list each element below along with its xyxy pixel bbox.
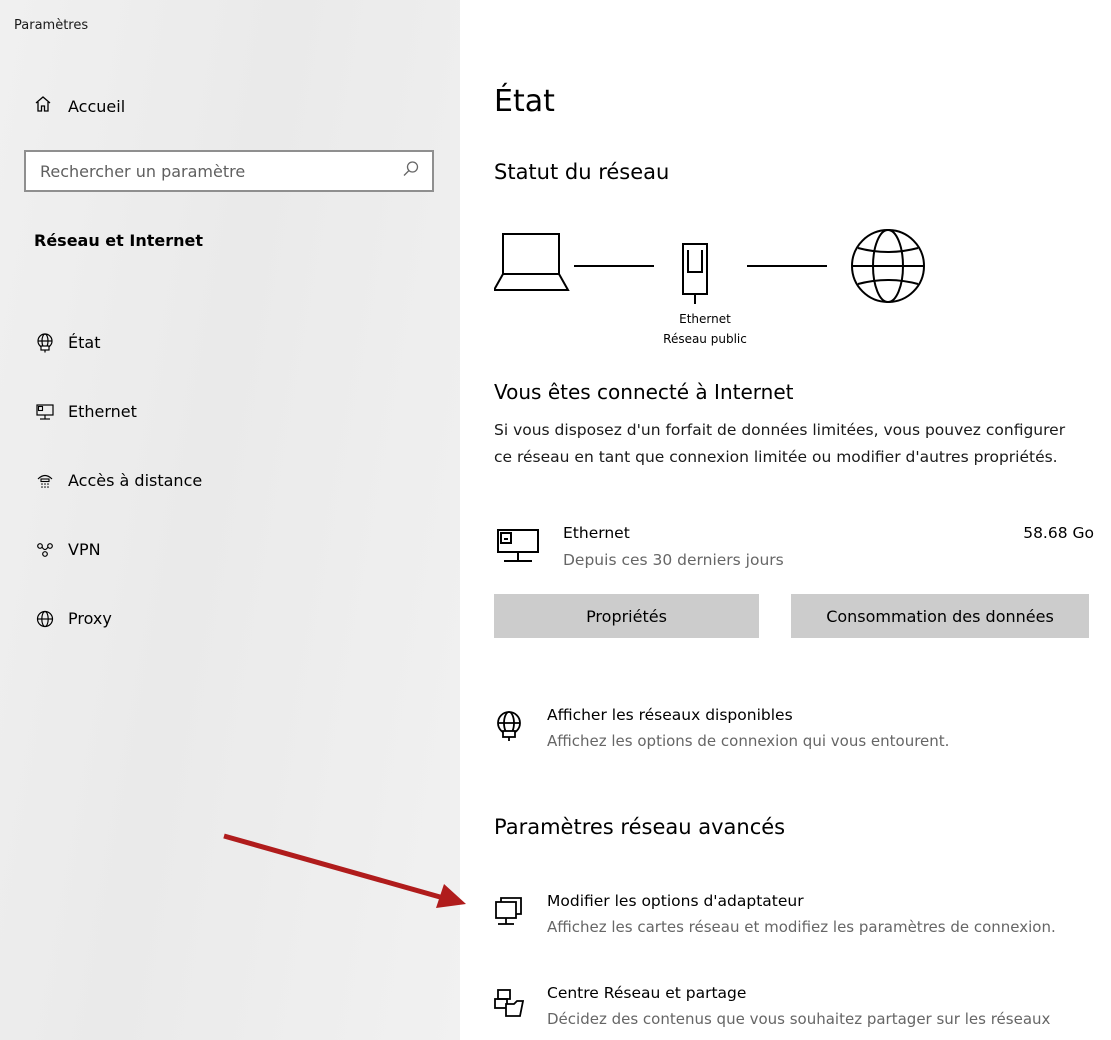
home-icon — [34, 95, 52, 117]
sidebar-item-proxy[interactable]: Proxy — [34, 584, 202, 653]
sidebar-item-etat[interactable]: État — [34, 308, 202, 377]
sidebar-item-label: Ethernet — [68, 402, 137, 421]
network-diagram: Ethernet Réseau public — [494, 228, 934, 358]
adapter-options-link[interactable]: Modifier les options d'adaptateur Affich… — [494, 892, 1104, 948]
section-title: Réseau et Internet — [34, 231, 203, 250]
dialup-icon — [34, 470, 56, 492]
search-box[interactable] — [24, 150, 434, 192]
data-usage-button[interactable]: Consommation des données — [791, 594, 1089, 638]
globe-status-icon — [34, 332, 56, 354]
usage-amount: 58.68 Go — [1023, 524, 1094, 542]
available-networks-title: Afficher les réseaux disponibles — [547, 706, 793, 724]
usage-period: Depuis ces 30 derniers jours — [563, 551, 784, 569]
vpn-icon — [34, 539, 56, 561]
advanced-settings-heading: Paramètres réseau avancés — [494, 815, 786, 839]
connection-status-title: Vous êtes connecté à Internet — [494, 380, 794, 404]
usage-adapter-name: Ethernet — [563, 524, 630, 542]
diagram-network-type-label: Réseau public — [663, 332, 747, 346]
ethernet-usage-row: Ethernet Depuis ces 30 derniers jours 58… — [494, 522, 1094, 574]
sharing-center-description: Décidez des contenus que vous souhaitez … — [547, 1010, 1051, 1028]
sidebar-nav: État Ethernet Accès à distance VPN Proxy — [34, 308, 202, 653]
globe-status-icon — [494, 710, 524, 742]
sidebar-item-label: VPN — [68, 540, 101, 559]
sidebar-item-ethernet[interactable]: Ethernet — [34, 377, 202, 446]
adapter-options-description: Affichez les cartes réseau et modifiez l… — [547, 918, 1056, 936]
search-icon[interactable] — [402, 160, 420, 182]
internet-globe-icon — [851, 229, 925, 303]
globe-icon — [34, 608, 56, 630]
sidebar-item-label: Proxy — [68, 609, 112, 628]
page-title: État — [494, 84, 555, 119]
available-networks-link[interactable]: Afficher les réseaux disponibles Affiche… — [494, 706, 1104, 762]
sharing-center-icon — [494, 988, 525, 1020]
app-title: Paramètres — [14, 18, 89, 33]
laptop-icon — [494, 233, 570, 291]
network-status-heading: Statut du réseau — [494, 160, 670, 184]
sidebar-item-label: État — [68, 333, 101, 352]
adapter-options-title: Modifier les options d'adaptateur — [547, 892, 804, 910]
sharing-center-title: Centre Réseau et partage — [547, 984, 747, 1002]
properties-button[interactable]: Propriétés — [494, 594, 759, 638]
ethernet-port-icon — [682, 243, 708, 304]
diagram-adapter-label: Ethernet — [679, 312, 731, 326]
connection-status-description: Si vous disposez d'un forfait de données… — [494, 421, 1066, 466]
ethernet-icon — [34, 401, 56, 423]
home-label: Accueil — [68, 96, 126, 116]
sidebar-item-vpn[interactable]: VPN — [34, 515, 202, 584]
adapter-icon — [494, 896, 524, 928]
search-input[interactable] — [38, 160, 402, 182]
sidebar-item-acces-distance[interactable]: Accès à distance — [34, 446, 202, 515]
home-link[interactable]: Accueil — [34, 94, 125, 118]
sidebar: Paramètres Accueil Réseau et Internet Ét… — [0, 0, 460, 1040]
available-networks-description: Affichez les options de connexion qui vo… — [547, 732, 950, 750]
ethernet-icon — [494, 526, 542, 570]
sharing-center-link[interactable]: Centre Réseau et partage Décidez des con… — [494, 984, 1104, 1040]
sidebar-item-label: Accès à distance — [68, 471, 203, 490]
